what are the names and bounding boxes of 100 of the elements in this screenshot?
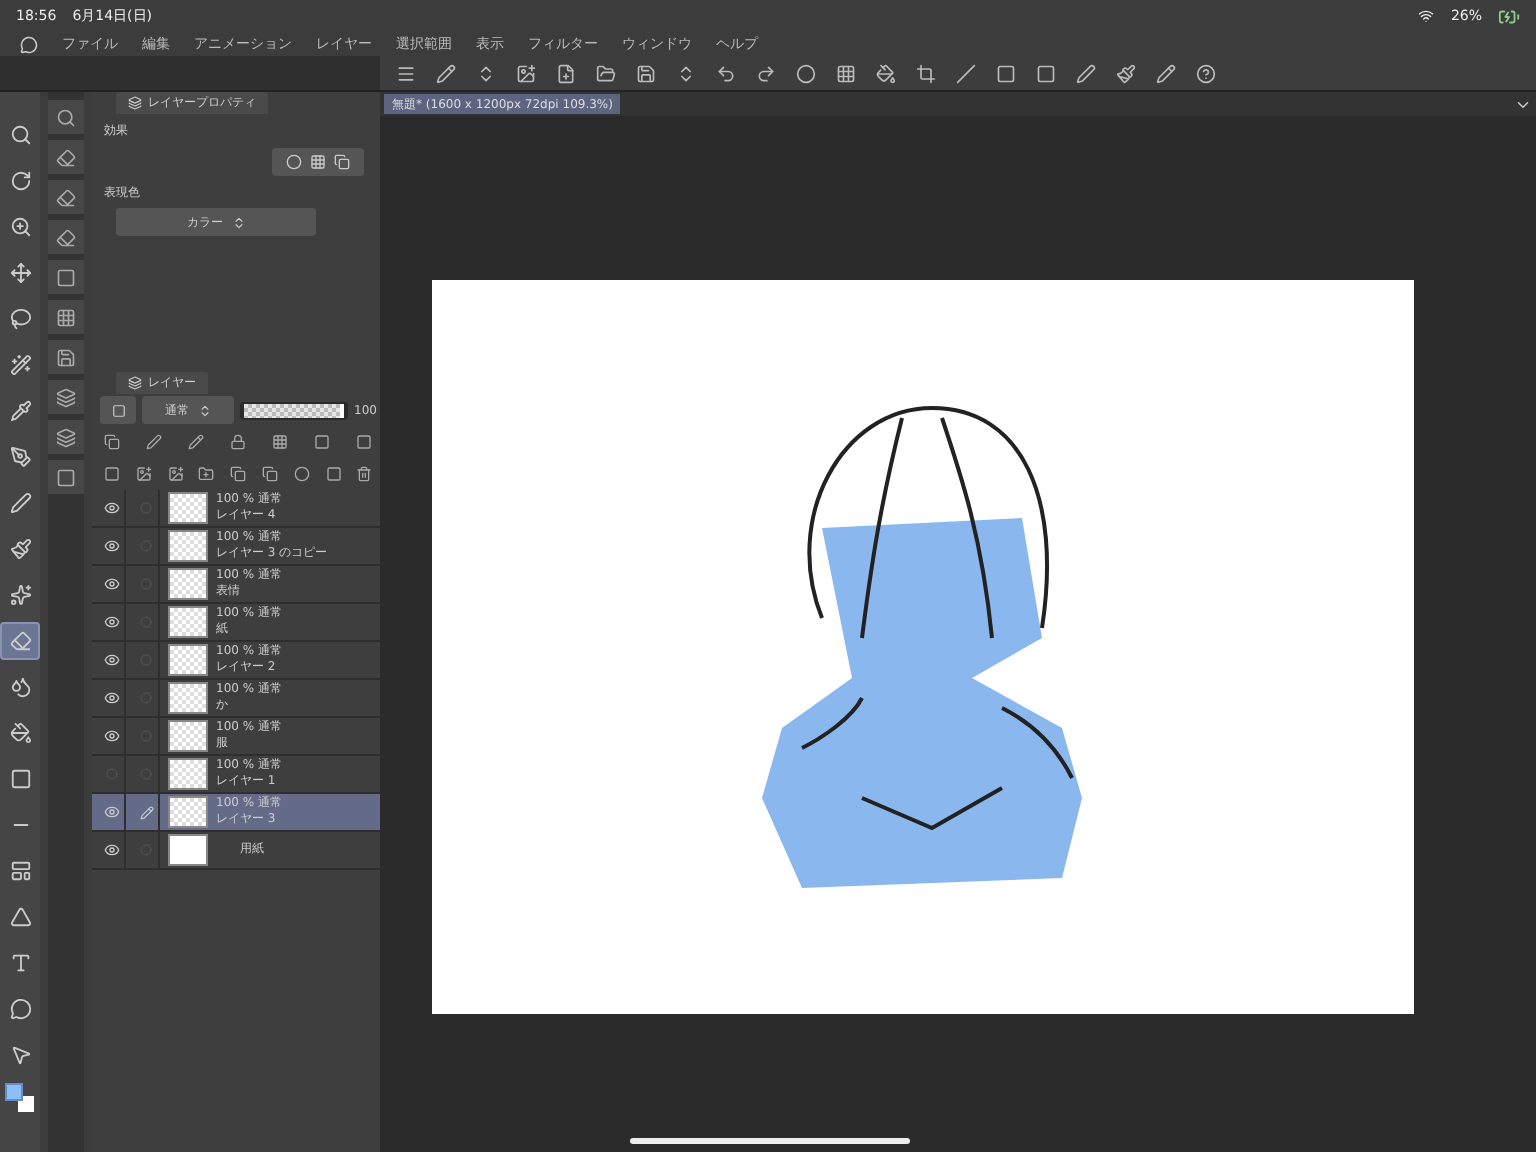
layer-tool-icon[interactable] — [135, 466, 152, 482]
help-icon[interactable] — [1196, 63, 1216, 83]
image-icon[interactable] — [516, 63, 536, 83]
layers-icon — [128, 96, 142, 110]
brush-icon — [9, 538, 31, 560]
crop-icon[interactable] — [916, 63, 936, 83]
layer-thumbnail — [168, 644, 208, 676]
wifi-icon — [1418, 8, 1435, 24]
panel-icon — [56, 267, 76, 287]
wand-icon — [9, 354, 31, 376]
app-logo-icon[interactable] — [20, 35, 38, 53]
layer-thumbnail — [168, 682, 208, 714]
square-icon — [111, 403, 125, 417]
panel-button[interactable] — [48, 460, 84, 494]
layer-tool-icon[interactable] — [261, 466, 278, 482]
panel-button[interactable] — [48, 380, 84, 414]
pen-icon — [9, 492, 31, 514]
panel-icon — [56, 347, 76, 367]
panel-icon — [56, 187, 76, 207]
edit-icon — [139, 805, 153, 819]
undo-icon[interactable] — [716, 63, 736, 83]
circle-icon[interactable] — [796, 63, 816, 83]
layer-tool-icon[interactable] — [188, 434, 205, 450]
eye-icon[interactable] — [104, 804, 120, 820]
speech-bubble-icon — [9, 998, 31, 1020]
layer-tool-icon[interactable] — [146, 434, 163, 450]
eraser-icon — [9, 630, 31, 652]
panel-icon — [56, 387, 76, 407]
eye-icon[interactable] — [104, 576, 120, 592]
panel-button[interactable] — [48, 300, 84, 334]
pen-icon[interactable] — [1076, 63, 1096, 83]
pencil-icon[interactable] — [436, 63, 456, 83]
eye-icon[interactable] — [104, 728, 120, 744]
square-icon[interactable] — [1036, 63, 1056, 83]
chevrons-icon — [197, 403, 211, 417]
panel-icon — [56, 227, 76, 247]
pen-nib-icon — [9, 446, 31, 468]
layer-tool-icon[interactable] — [104, 434, 120, 450]
layer-tool-icon[interactable] — [356, 466, 373, 482]
zoom-icon — [9, 124, 31, 146]
layers-icon — [128, 376, 142, 390]
panel-icon — [56, 307, 76, 327]
layer-thumbnail — [168, 758, 208, 790]
chevrons-icon[interactable] — [676, 63, 696, 83]
panel-icon — [56, 147, 76, 167]
eye-icon[interactable] — [104, 652, 120, 668]
brush-icon[interactable] — [1116, 63, 1136, 83]
droplets-icon — [9, 676, 31, 698]
layer-tool-icon[interactable] — [230, 434, 247, 450]
panel-button[interactable] — [48, 420, 84, 454]
panel-button[interactable] — [48, 100, 84, 134]
eye-icon[interactable] — [104, 690, 120, 706]
eye-icon[interactable] — [104, 614, 120, 630]
layer-thumbnail — [168, 796, 208, 828]
layer-tool-icon[interactable] — [272, 434, 289, 450]
save-icon[interactable] — [636, 63, 656, 83]
folder-icon[interactable] — [596, 63, 616, 83]
tool-button[interactable] — [0, 622, 40, 660]
copy-icon[interactable] — [334, 154, 351, 170]
pointer-icon — [9, 1044, 31, 1066]
chevrons-icon[interactable] — [476, 63, 496, 83]
panel-button[interactable] — [48, 340, 84, 374]
panel-button[interactable] — [48, 260, 84, 294]
sparkle-icon — [9, 584, 31, 606]
color-swatch-icon[interactable] — [4, 1082, 36, 1114]
layer-tool-icon[interactable] — [230, 466, 247, 482]
menu-icon[interactable] — [396, 63, 416, 83]
opacity-slider[interactable] — [240, 401, 348, 419]
pencil-icon[interactable] — [1156, 63, 1176, 83]
circle-icon[interactable] — [286, 154, 303, 170]
eyedropper-icon — [9, 400, 31, 422]
paint-bucket-icon — [9, 722, 31, 744]
redo-icon[interactable] — [756, 63, 776, 83]
grid-icon[interactable] — [836, 63, 856, 83]
eye-icon[interactable] — [104, 842, 120, 858]
panel-icon — [56, 467, 76, 487]
grid-icon[interactable] — [310, 154, 327, 170]
battery-icon — [1498, 5, 1520, 27]
layer-thumbnail — [168, 606, 208, 638]
panel-button[interactable] — [48, 220, 84, 254]
eye-icon[interactable] — [104, 500, 120, 516]
slash-icon[interactable] — [956, 63, 976, 83]
move-icon — [9, 262, 31, 284]
square-icon — [9, 768, 31, 790]
panel-button[interactable] — [48, 140, 84, 174]
square-icon[interactable] — [996, 63, 1016, 83]
paint-bucket-icon[interactable] — [876, 63, 896, 83]
effect-buttons[interactable] — [272, 148, 365, 176]
layer-thumbnail — [168, 492, 208, 524]
new-file-icon[interactable] — [556, 63, 576, 83]
layer-tool-icon[interactable] — [104, 466, 120, 482]
panel-button[interactable] — [48, 180, 84, 214]
layer-tool-icon[interactable] — [198, 466, 215, 482]
lasso-icon — [9, 308, 31, 330]
layer-thumbnail — [168, 568, 208, 600]
rotate-icon — [9, 170, 31, 192]
eye-icon[interactable] — [104, 538, 120, 554]
layer-thumbnail — [168, 530, 208, 562]
layer-tool-icon[interactable] — [167, 466, 184, 482]
layer-color-button[interactable] — [100, 396, 136, 424]
